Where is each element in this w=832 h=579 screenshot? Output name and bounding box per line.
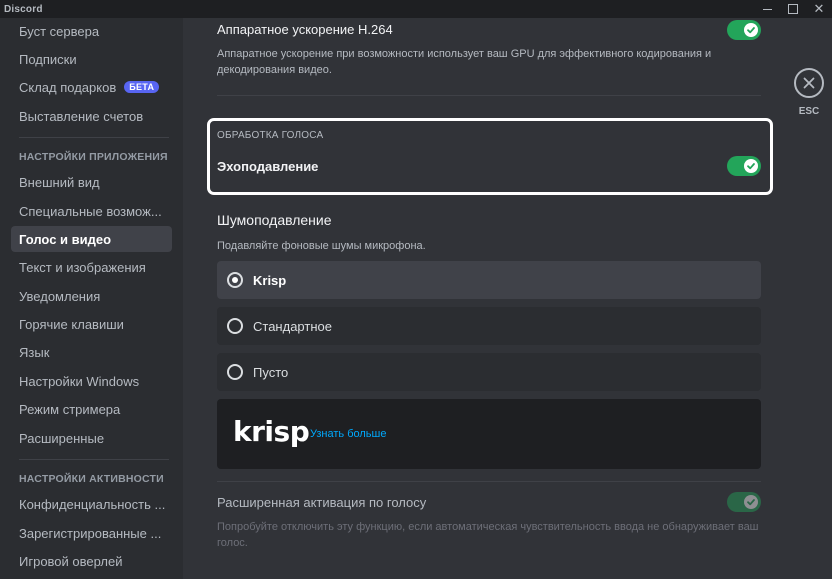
sidebar-item-voice-video[interactable]: Голос и видео [11, 226, 172, 252]
radio-option-standard[interactable]: Стандартное [217, 307, 761, 345]
sidebar-item-label: Конфиденциальность ... [19, 496, 166, 512]
sidebar-item-label: Уведомления [19, 288, 101, 304]
settings-content: Аппаратное ускорение H.264 Аппаратное ус… [183, 18, 832, 579]
sidebar-item-notifications[interactable]: Уведомления [11, 283, 172, 309]
radio-label: Стандартное [253, 318, 332, 334]
radio-option-none[interactable]: Пусто [217, 353, 761, 391]
sidebar-item-streamer-mode[interactable]: Режим стримера [11, 396, 172, 422]
echo-cancellation-title: Эхоподавление [217, 159, 319, 174]
sidebar-item-label: Склад подарков [19, 79, 117, 95]
sidebar-item-advanced[interactable]: Расширенные [11, 425, 172, 451]
section-divider [217, 95, 761, 96]
sidebar-item-language[interactable]: Язык [11, 339, 172, 365]
sidebar-item-text-images[interactable]: Текст и изображения [11, 254, 172, 280]
close-icon [803, 77, 815, 89]
hw-accel-toggle[interactable] [727, 20, 761, 40]
sidebar-item-billing[interactable]: Выставление счетов [11, 103, 172, 129]
sidebar-item-label: Специальные возмож... [19, 203, 162, 219]
krisp-logo: krisp [233, 415, 310, 448]
sidebar-item-gift-inventory[interactable]: Склад подарков БЕТА [11, 74, 172, 100]
sidebar-item-label: Зарегистрированные ... [19, 525, 162, 541]
echo-cancellation-toggle[interactable] [727, 156, 761, 176]
app-title: Discord [4, 3, 43, 15]
sidebar-item-label: Расширенные [19, 430, 105, 446]
noise-suppression-description: Подавляйте фоновые шумы микрофона. [217, 240, 426, 252]
sidebar-item-label: Горячие клавиши [19, 316, 124, 332]
settings-sidebar: Буст сервера Подписки Склад подарков БЕТА… [0, 18, 183, 579]
sidebar-item-label: Внешний вид [19, 174, 100, 190]
sidebar-item-game-overlay[interactable]: Игровой оверлей [11, 548, 172, 574]
advanced-vad-title: Расширенная активация по голосу [217, 495, 427, 510]
close-settings-button[interactable] [794, 68, 824, 98]
sidebar-divider [19, 137, 169, 138]
hw-accel-title: Аппаратное ускорение H.264 [217, 22, 393, 37]
section-divider [217, 481, 761, 482]
radio-option-krisp[interactable]: Krisp [217, 261, 761, 299]
check-icon [744, 159, 758, 173]
esc-label: ESC [798, 106, 820, 117]
krisp-promo-card: krisp Узнать больше [217, 399, 761, 469]
sidebar-item-server-boost[interactable]: Буст сервера [11, 18, 172, 44]
sidebar-item-label: Голос и видео [19, 231, 112, 247]
sidebar-item-registered-games[interactable]: Зарегистрированные ... [11, 520, 172, 546]
sidebar-item-appearance[interactable]: Внешний вид [11, 169, 172, 195]
radio-label: Krisp [253, 272, 287, 288]
noise-suppression-title: Шумоподавление [217, 212, 332, 228]
sidebar-item-label: Подписки [19, 51, 77, 67]
sidebar-item-windows-settings[interactable]: Настройки Windows [11, 368, 172, 394]
sidebar-item-label: Выставление счетов [19, 108, 144, 124]
beta-badge: БЕТА [124, 81, 160, 93]
app-settings-header: НАСТРОЙКИ ПРИЛОЖЕНИЯ [19, 151, 168, 163]
sidebar-item-keybinds[interactable]: Горячие клавиши [11, 311, 172, 337]
sidebar-divider [19, 459, 169, 460]
sidebar-item-label: Язык [19, 344, 50, 360]
hw-accel-description: Аппаратное ускорение при возможности исп… [217, 48, 712, 76]
radio-unchecked-icon [227, 364, 243, 380]
radio-checked-icon [227, 272, 243, 288]
voice-processing-header: ОБРАБОТКА ГОЛОСА [217, 130, 324, 141]
sidebar-item-label: Буст сервера [19, 23, 100, 39]
sidebar-item-label: Настройки Windows [19, 373, 140, 389]
check-icon [744, 495, 758, 509]
radio-unchecked-icon [227, 318, 243, 334]
check-icon [744, 23, 758, 37]
sidebar-item-accessibility[interactable]: Специальные возмож... [11, 198, 172, 224]
advanced-vad-toggle[interactable] [727, 492, 761, 512]
close-window-icon[interactable]: ✕ [806, 0, 832, 18]
maximize-icon[interactable] [780, 0, 806, 18]
sidebar-item-privacy[interactable]: Конфиденциальность ... [11, 491, 172, 517]
minimize-icon[interactable] [754, 0, 780, 18]
learn-more-link[interactable]: Узнать больше [310, 428, 386, 440]
activity-settings-header: НАСТРОЙКИ АКТИВНОСТИ [19, 473, 164, 485]
radio-label: Пусто [253, 364, 289, 380]
sidebar-item-label: Текст и изображения [19, 259, 146, 275]
sidebar-item-label: Режим стримера [19, 401, 121, 417]
advanced-vad-description: Попробуйте отключить эту функцию, если а… [217, 521, 759, 549]
sidebar-item-subscriptions[interactable]: Подписки [11, 46, 172, 72]
sidebar-item-label: Игровой оверлей [19, 553, 123, 569]
title-bar: Discord ✕ [0, 0, 832, 18]
window-controls: ✕ [754, 0, 832, 18]
